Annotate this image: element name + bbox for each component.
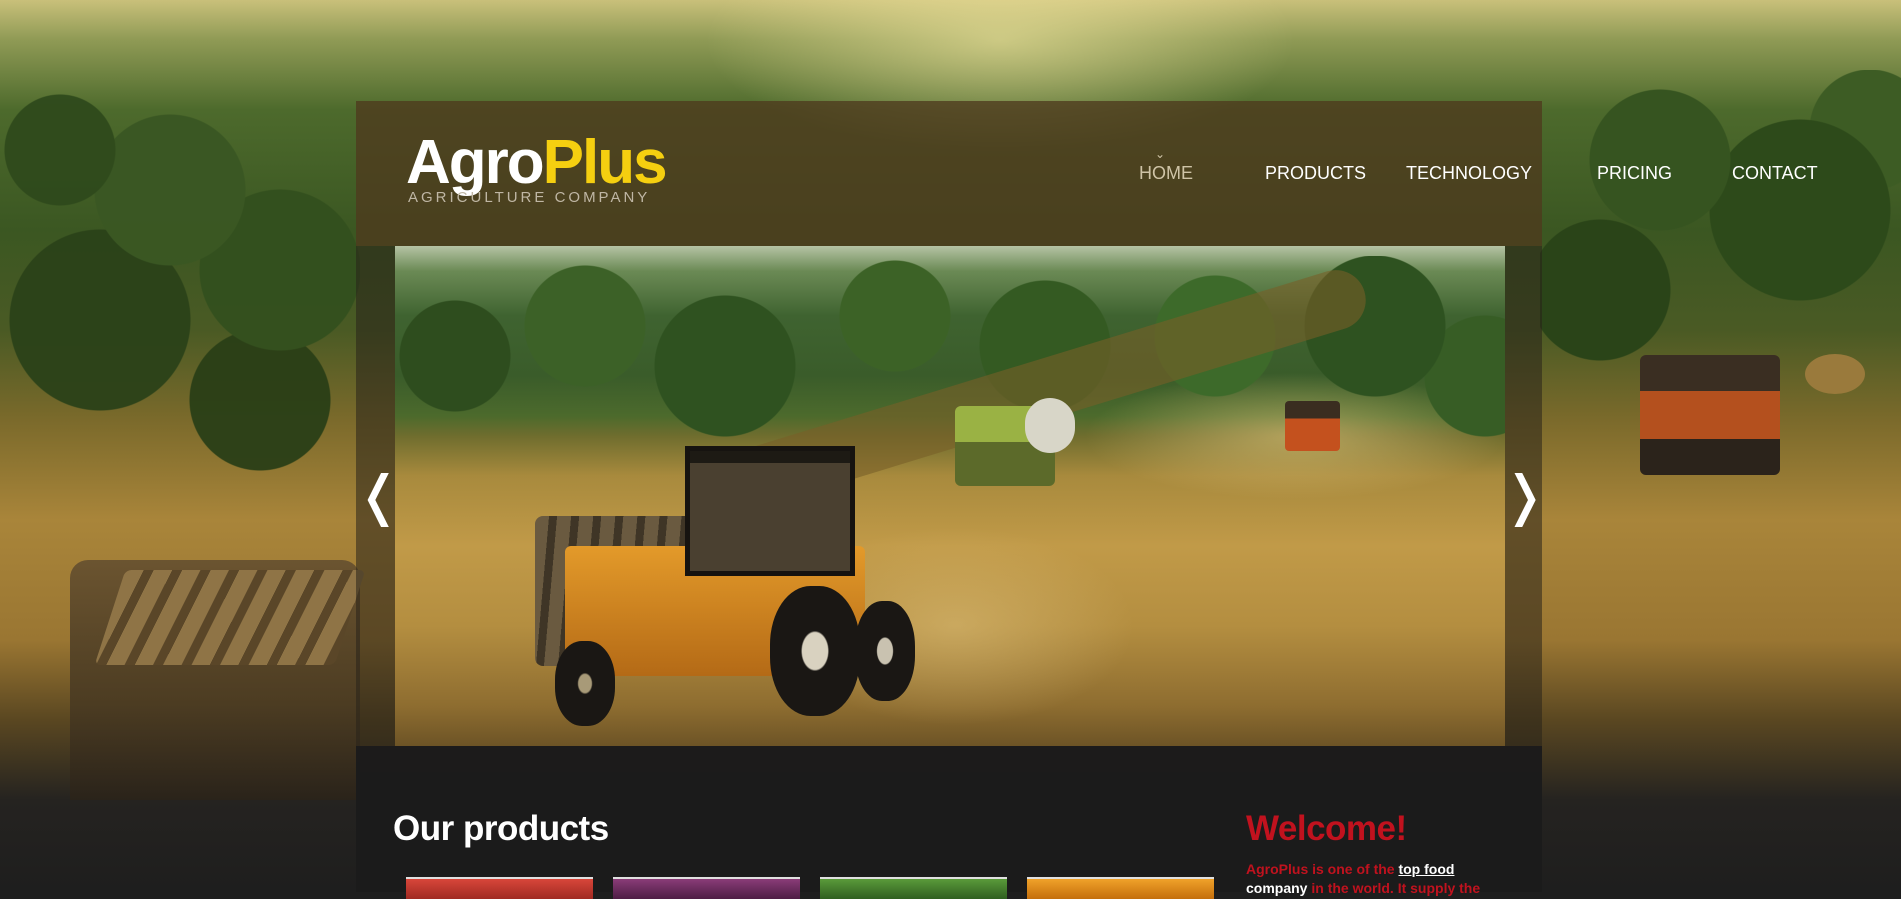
welcome-text-company: company [1246,880,1308,896]
content-section: Our products Welcome! AgroPlus is one of… [356,746,1542,899]
logo-part-agro: Agro [406,128,545,197]
logo-wordmark: AgroPlus [406,128,668,197]
chevron-down-icon: ⌄ [1155,147,1166,161]
background-hay-bale [1805,354,1865,394]
nav-item-technology[interactable]: TECHNOLOGY [1406,163,1532,184]
tractor-wheel-front [855,601,915,701]
welcome-text: AgroPlus is one of the top food company i… [1246,860,1516,898]
welcome-text-start: AgroPlus is one of the [1246,861,1399,877]
background-trees-left [0,70,360,490]
welcome-heading: Welcome! [1246,809,1407,848]
nav-item-home[interactable]: HOME [1139,163,1193,184]
logo-part-plus: Plus [542,128,668,197]
product-thumb-grapes[interactable] [613,877,800,899]
top-food-link[interactable]: top food [1398,861,1454,877]
site-header: AgroPlus AGRICULTURE COMPANY ⌄ HOME PROD… [356,101,1818,246]
slider-prev-arrow-icon[interactable]: ❬ [356,461,401,531]
welcome-text-end: in the world. It supply the [1307,880,1481,896]
slider-next-arrow-icon[interactable]: ❭ [1502,461,1542,531]
products-heading: Our products [393,809,609,848]
nav-item-products[interactable]: PRODUCTS [1265,163,1366,184]
background-tractor [1640,355,1780,475]
slide-tractor-orange [535,446,925,736]
baler-wheel [555,641,615,726]
tractor-cab [685,446,855,576]
background-trees-right [1540,70,1901,370]
slide-tractor-far [1285,401,1340,451]
site-logo[interactable]: AgroPlus AGRICULTURE COMPANY [406,128,668,221]
nav-item-contact[interactable]: CONTACT [1732,163,1818,184]
nav-item-pricing[interactable]: PRICING [1597,163,1672,184]
main-nav: ⌄ HOME PRODUCTS TECHNOLOGY PRICING CONTA… [728,101,1818,246]
product-thumb-tomatoes[interactable] [406,877,593,899]
background-baler [70,560,360,800]
slide-tractor-green [955,398,1075,486]
logo-tagline: AGRICULTURE COMPANY [408,189,651,206]
product-thumb-oranges[interactable] [1027,877,1214,899]
tractor-wheel-rear [770,586,860,716]
main-container: AgroPlus AGRICULTURE COMPANY ⌄ HOME PROD… [356,101,1818,899]
product-thumb-greens[interactable] [820,877,1007,899]
slide-image-tractors [395,246,1505,746]
